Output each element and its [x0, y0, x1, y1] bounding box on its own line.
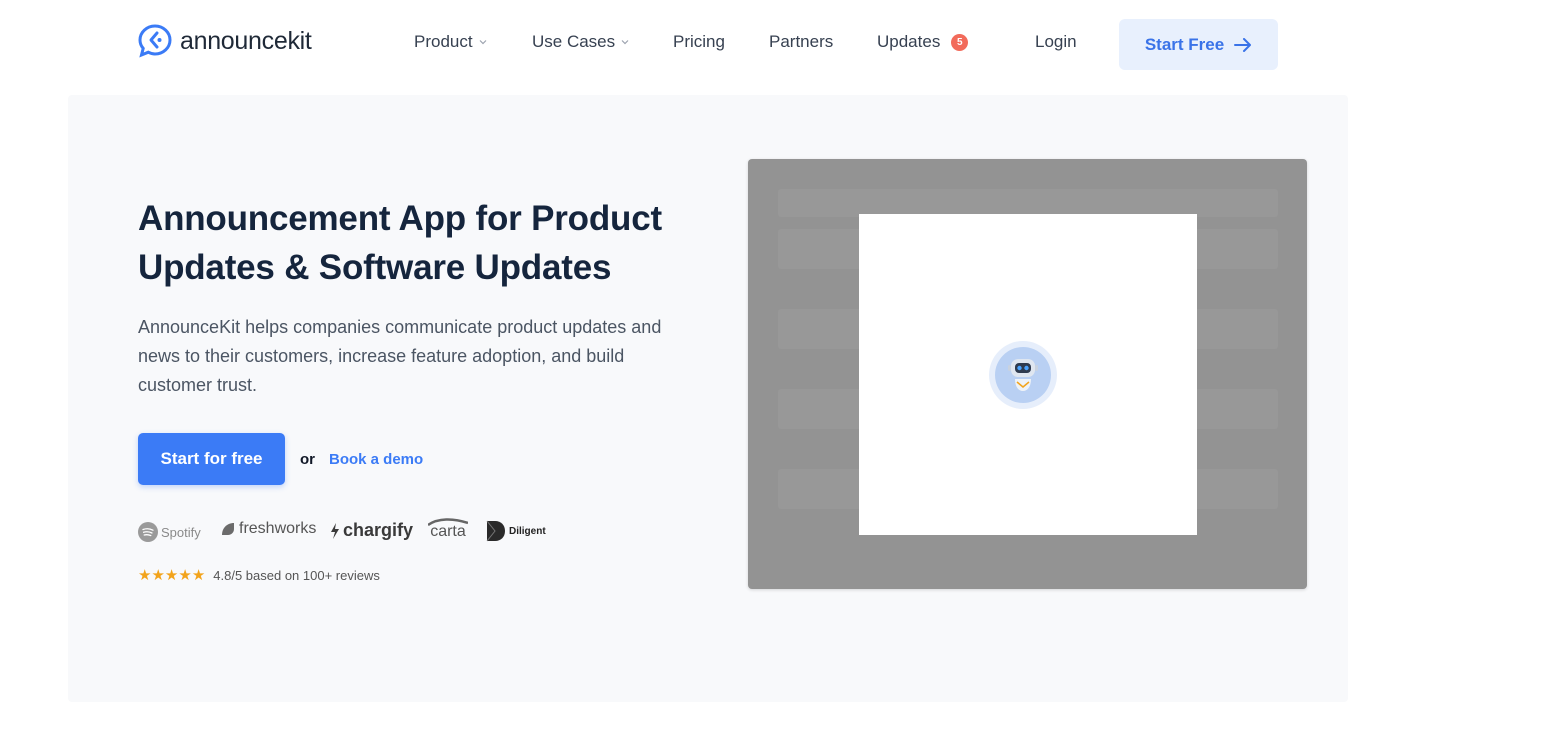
diligent-mark-icon	[486, 520, 505, 542]
nav-item-label: Product	[414, 32, 473, 51]
star-rating: ★★★★★	[138, 566, 205, 584]
spotify-logo: Spotify	[138, 522, 201, 542]
nav-item-label: Updates	[877, 32, 941, 51]
nav-item-label: Use Cases	[532, 32, 616, 51]
start-for-free-button[interactable]: Start for free	[138, 433, 285, 485]
robot-avatar	[995, 347, 1051, 403]
arrow-right-icon	[1234, 37, 1252, 52]
freshworks-logo-text: freshworks	[239, 520, 317, 537]
nav-item-updates[interactable]: Updates 5	[877, 32, 969, 52]
star-icon: ★	[138, 567, 152, 584]
chevron-down-icon	[479, 40, 487, 45]
nav-item-use-cases[interactable]: Use Cases	[532, 32, 629, 52]
nav-item-label: Pricing	[673, 32, 725, 51]
login-link[interactable]: Login	[1035, 32, 1077, 52]
site-header: announcekit Product Use Cases Pricing Pa…	[0, 0, 1554, 88]
hero-title: Announcement App for Product Updates & S…	[138, 199, 662, 287]
diligent-logo: Diligent	[486, 520, 546, 542]
logo-text-kit: kit	[287, 26, 312, 55]
chat-bubble-logo-icon	[138, 24, 172, 58]
star-icon: ★	[178, 567, 192, 584]
start-free-button[interactable]: Start Free	[1119, 19, 1278, 70]
chargify-bolt-icon	[331, 522, 339, 539]
freshworks-leaf-icon	[222, 523, 234, 535]
updates-count-badge: 5	[951, 33, 969, 51]
chargify-logo: chargify	[330, 520, 413, 541]
chargify-logo-text: chargify	[343, 520, 414, 540]
spotify-icon	[138, 522, 158, 542]
cta-or-text: or	[300, 451, 315, 468]
star-icon: ★	[151, 567, 165, 584]
star-icon: ★	[164, 567, 179, 584]
rating-summary: ★★★★★ 4.8/5 based on 100+ reviews	[138, 566, 380, 584]
robot-loader	[989, 341, 1057, 409]
logo-text-announce: announce	[180, 26, 288, 55]
nav-item-partners[interactable]: Partners	[769, 32, 833, 52]
nav-item-product[interactable]: Product	[414, 32, 487, 52]
nav-item-label: Partners	[769, 32, 834, 51]
carta-logo-text: carta	[430, 523, 466, 540]
diligent-logo-text: Diligent	[509, 525, 546, 537]
start-free-label: Start Free	[1144, 34, 1225, 54]
spotify-logo-text: Spotify	[161, 524, 201, 540]
blurred-preview-row	[778, 189, 1278, 217]
announcekit-logo[interactable]: announcekit	[138, 24, 312, 58]
star-icon: ★	[191, 567, 206, 584]
hero-description: AnnounceKit helps companies communicate …	[138, 317, 662, 395]
book-a-demo-link[interactable]: Book a demo	[329, 451, 423, 468]
nav-item-pricing[interactable]: Pricing	[673, 32, 725, 52]
robot-icon	[1008, 359, 1038, 391]
logo-wordmark: announcekit	[180, 27, 312, 56]
carta-logo: carta	[428, 518, 468, 541]
chevron-down-icon	[621, 40, 629, 45]
rating-text: 4.8/5 based on 100+ reviews	[213, 567, 380, 583]
freshworks-logo: freshworks	[220, 520, 316, 538]
